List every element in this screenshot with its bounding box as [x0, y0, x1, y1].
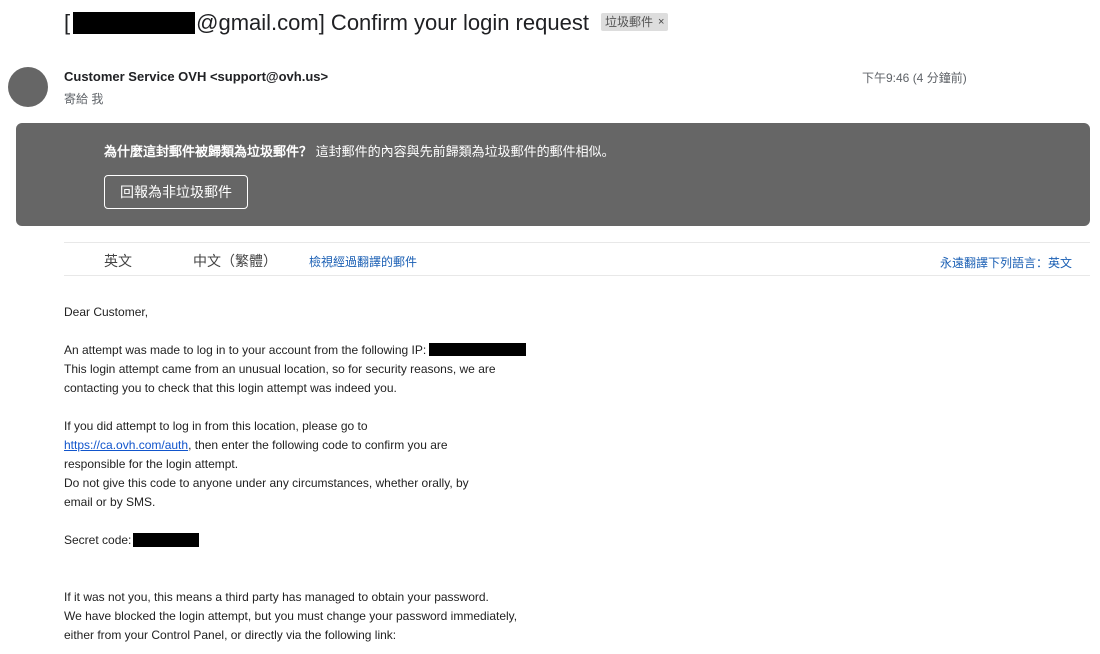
email-subject: [ @gmail.com] Confirm your login request… — [64, 10, 669, 36]
body-line: Do not give this code to anyone under an… — [64, 476, 469, 490]
recipient-line[interactable]: 寄給 我 — [64, 90, 103, 107]
auth-link[interactable]: https://ca.ovh.com/auth — [64, 438, 188, 452]
body-line: If you did attempt to log in from this l… — [64, 419, 368, 433]
body-line: This login attempt came from an unusual … — [64, 362, 496, 376]
subject-prefix: [ — [64, 10, 71, 35]
redacted-secret-code — [133, 533, 200, 547]
translate-bar-divider-top — [64, 242, 1090, 243]
email-timestamp: 下午9:46 (4 分鐘前) — [862, 71, 967, 85]
report-not-spam-button[interactable]: 回報為非垃圾郵件 — [104, 175, 248, 209]
sender-avatar[interactable] — [8, 67, 48, 107]
body-line: either from your Control Panel, or direc… — [64, 628, 397, 642]
spam-banner-question: 為什麼這封郵件被歸類為垃圾郵件？ — [104, 144, 313, 159]
secret-code-label: Secret code: — [64, 533, 132, 547]
body-line: responsible for the login attempt. — [64, 457, 239, 471]
body-line: We have blocked the login attempt, but y… — [64, 609, 518, 623]
body-line: email or by SMS. — [64, 495, 156, 509]
translate-bar-divider-bottom — [64, 275, 1090, 276]
spam-label-chip: 垃圾郵件 × — [600, 13, 669, 31]
body-line: An attempt was made to log in to your ac… — [64, 341, 527, 360]
sender-name[interactable]: Customer Service OVH <support@ovh.us> — [64, 69, 328, 84]
secret-code-line: Secret code: — [64, 531, 200, 550]
source-language-option[interactable]: 英文 — [104, 251, 132, 271]
redacted-email-address — [73, 12, 196, 34]
view-translated-message-link[interactable]: 檢視經過翻譯的郵件 — [309, 253, 417, 270]
body-ip-text: An attempt was made to log in to your ac… — [64, 343, 427, 357]
body-greeting: Dear Customer, — [64, 305, 149, 319]
body-link-rest: , then enter the following code to confi… — [188, 438, 448, 452]
spam-label-text: 垃圾郵件 — [604, 15, 653, 29]
subject-text: @gmail.com] Confirm your login request — [196, 10, 589, 35]
body-line: contacting you to check that this login … — [64, 381, 397, 395]
body-line: If it was not you, this means a third pa… — [64, 590, 489, 604]
always-translate-link[interactable]: 永遠翻譯下列語言：英文 — [940, 254, 1072, 271]
spam-banner-text: 為什麼這封郵件被歸類為垃圾郵件？ 這封郵件的內容與先前歸類為垃圾郵件的郵件相似。 — [104, 141, 615, 160]
body-line: https://ca.ovh.com/auth, then enter the … — [64, 436, 448, 455]
redacted-ip-address — [429, 343, 527, 356]
remove-label-icon[interactable]: × — [658, 14, 664, 30]
target-language-option[interactable]: 中文（繁體） — [193, 251, 277, 271]
spam-banner-explanation: 這封郵件的內容與先前歸類為垃圾郵件的郵件相似。 — [315, 144, 615, 159]
